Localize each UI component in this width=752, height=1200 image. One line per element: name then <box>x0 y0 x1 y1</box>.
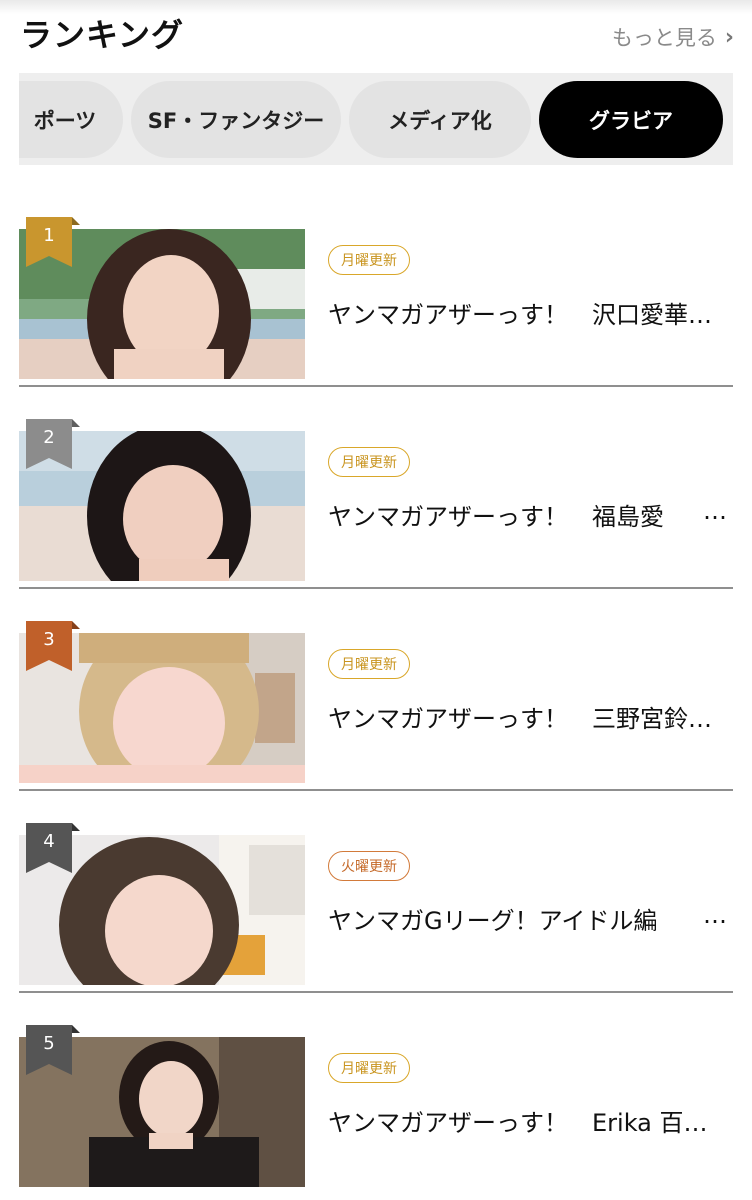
tab-gravure[interactable]: グラビア <box>539 81 723 158</box>
ranking-item[interactable]: 3 月曜更新 ヤンマガアザーっす！ 三野宮鈴… <box>19 589 733 791</box>
rank-number: 3 <box>43 629 55 650</box>
item-title-text: ヤンマガアザーっす！ 福島愛 <box>328 503 664 531</box>
item-title[interactable]: ヤンマガアザーっす！ 沢口愛華… <box>328 295 733 330</box>
update-day-badge: 月曜更新 <box>328 649 410 679</box>
tab-sf-fantasy[interactable]: SF・ファンタジー <box>131 81 341 158</box>
tab-sports[interactable]: ポーツ <box>19 81 123 158</box>
ranking-list: 1 月曜更新 ヤンマガアザーっす！ 沢口愛華… 2 月曜更新 ヤンマガアザーっす… <box>19 185 733 1195</box>
update-day-badge: 火曜更新 <box>328 851 410 881</box>
rank-ribbon: 2 <box>26 419 80 469</box>
item-title[interactable]: ヤンマガアザーっす！ Erika 百… <box>328 1103 733 1138</box>
update-day-badge: 月曜更新 <box>328 447 410 477</box>
ranking-item[interactable]: 2 月曜更新 ヤンマガアザーっす！ 福島愛 … <box>19 387 733 589</box>
item-title-ellipsis: … <box>703 497 727 525</box>
item-title-text: ヤンマガGリーグ！アイドル編 <box>328 907 658 935</box>
ranking-item[interactable]: 4 火曜更新 ヤンマガGリーグ！アイドル編 … <box>19 791 733 993</box>
see-more-label: もっと見る <box>611 26 717 50</box>
rank-ribbon: 4 <box>26 823 80 873</box>
genre-tab-bar[interactable]: ポーツ SF・ファンタジー メディア化 グラビア <box>19 73 733 165</box>
rank-number: 1 <box>43 225 55 246</box>
item-title-ellipsis: … <box>683 1109 708 1137</box>
rank-number: 5 <box>43 1033 55 1054</box>
tab-media-adaptation[interactable]: メディア化 <box>349 81 531 158</box>
ranking-item[interactable]: 1 月曜更新 ヤンマガアザーっす！ 沢口愛華… <box>19 185 733 387</box>
item-title-ellipsis: … <box>703 901 727 929</box>
page-title: ランキング <box>20 16 185 54</box>
item-title-text: ヤンマガアザーっす！ 沢口愛華 <box>328 301 688 329</box>
rank-ribbon: 3 <box>26 621 80 671</box>
rank-number: 4 <box>43 831 55 852</box>
item-title[interactable]: ヤンマガアザーっす！ 福島愛 … <box>328 497 733 532</box>
ranking-item[interactable]: 5 月曜更新 ヤンマガアザーっす！ Erika 百… <box>19 993 733 1195</box>
rank-number: 2 <box>43 427 55 448</box>
update-day-badge: 月曜更新 <box>328 245 410 275</box>
chevron-right-icon: › <box>724 24 734 50</box>
item-title-text: ヤンマガアザーっす！ Erika 百 <box>328 1109 684 1137</box>
update-day-badge: 月曜更新 <box>328 1053 410 1083</box>
item-title-text: ヤンマガアザーっす！ 三野宮鈴 <box>328 705 688 733</box>
see-more-link[interactable]: もっと見る › <box>612 22 734 52</box>
item-title[interactable]: ヤンマガアザーっす！ 三野宮鈴… <box>328 699 733 734</box>
rank-ribbon: 1 <box>26 217 80 267</box>
item-title-ellipsis: … <box>688 705 712 733</box>
item-title-ellipsis: … <box>688 301 712 329</box>
rank-ribbon: 5 <box>26 1025 80 1075</box>
item-title[interactable]: ヤンマガGリーグ！アイドル編 … <box>328 901 733 936</box>
